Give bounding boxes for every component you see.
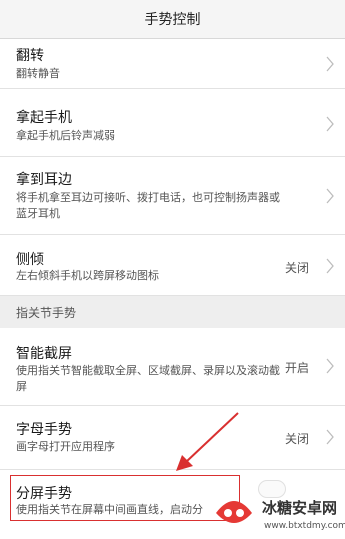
- item-title: 字母手势: [16, 422, 72, 438]
- chevron-right-icon: [326, 258, 334, 274]
- item-subtitle: 翻转静音: [16, 67, 60, 80]
- watermark-name: 冰糖安卓网: [262, 499, 338, 517]
- item-subtitle: 左右倾斜手机以跨屏移动图标: [16, 269, 159, 282]
- toggle-switch[interactable]: [258, 480, 286, 498]
- status-value: 关闭: [284, 261, 309, 275]
- status-value: 开启: [284, 361, 309, 375]
- item-title: 翻转: [16, 48, 44, 64]
- list-item-ear[interactable]: 拿到耳边 将手机拿至耳边可接听、拨打电话，也可控制扬声器或蓝牙耳机: [0, 157, 345, 235]
- status-value: 关闭: [284, 432, 309, 446]
- chevron-right-icon: [326, 429, 334, 445]
- item-subtitle: 拿起手机后铃声减弱: [16, 129, 115, 142]
- item-subtitle: 将手机拿至耳边可接听、拨打电话，也可控制扬声器或蓝牙耳机: [16, 191, 280, 220]
- item-title: 侧倾: [16, 252, 44, 268]
- highlight-box: [10, 475, 240, 521]
- watermark-logo-icon: [216, 501, 252, 523]
- list-item-letter-gesture[interactable]: 字母手势 画字母打开应用程序 关闭: [0, 406, 345, 470]
- chevron-right-icon: [326, 116, 334, 132]
- page-title: 手势控制: [144, 12, 201, 28]
- item-title: 拿到耳边: [16, 172, 72, 188]
- list-item-tilt[interactable]: 侧倾 左右倾斜手机以跨屏移动图标 关闭: [0, 235, 345, 296]
- chevron-right-icon: [326, 358, 334, 374]
- section-header-knuckle: 指关节手势: [0, 296, 345, 329]
- list-item-flip[interactable]: 翻转 翻转静音: [0, 39, 345, 89]
- item-subtitle: 使用指关节智能截取全屏、区域截屏、录屏以及滚动截屏: [16, 364, 280, 393]
- section-label: 指关节手势: [16, 306, 77, 320]
- page-header: 手势控制: [0, 0, 345, 39]
- chevron-right-icon: [326, 56, 334, 72]
- item-subtitle: 画字母打开应用程序: [16, 440, 115, 453]
- item-title: 智能截屏: [16, 346, 72, 362]
- chevron-right-icon: [326, 188, 334, 204]
- list-item-pickup[interactable]: 拿起手机 拿起手机后铃声减弱: [0, 89, 345, 157]
- item-title: 拿起手机: [16, 110, 72, 126]
- list-item-smart-screenshot[interactable]: 智能截屏 使用指关节智能截取全屏、区域截屏、录屏以及滚动截屏 开启: [0, 328, 345, 406]
- watermark-url: www.btxtdmy.com: [264, 521, 345, 531]
